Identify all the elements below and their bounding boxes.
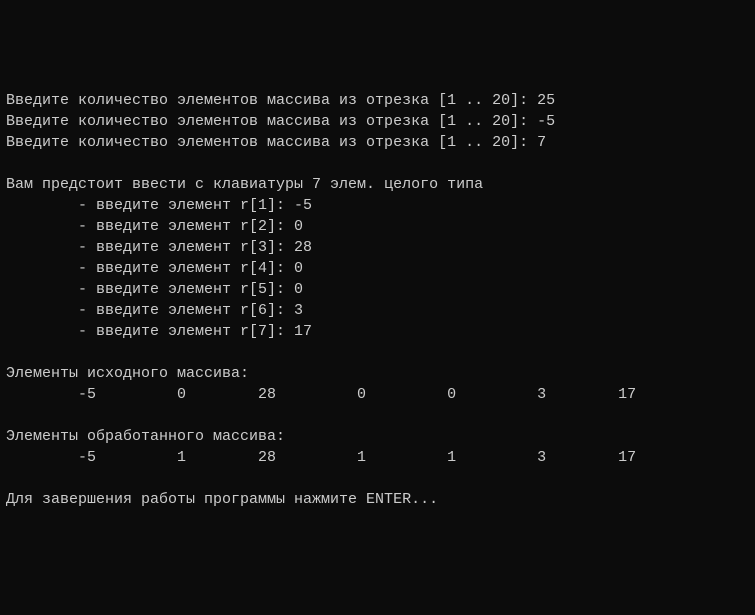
console-output: Введите количество элементов массива из …: [6, 90, 749, 510]
